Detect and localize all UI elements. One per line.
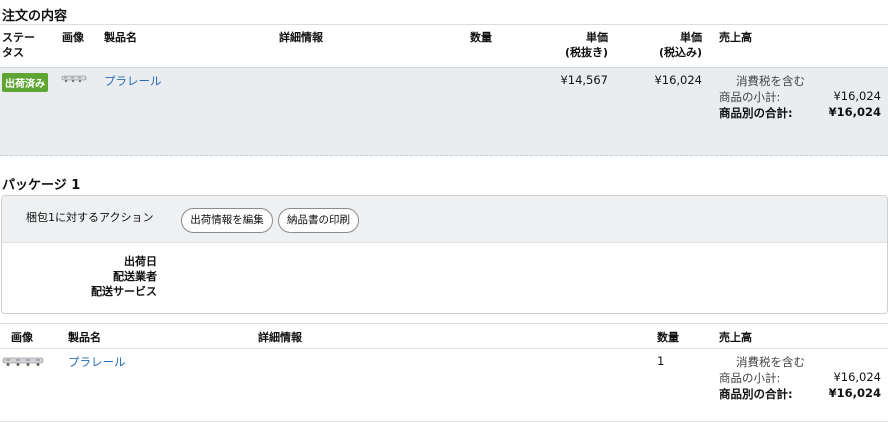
package-items-table: 画像 製品名 詳細情報 数量 売上高 プラレール 1 消費税を含む 商品の小計:… xyxy=(0,323,888,422)
header-unit-price-ex: 単価 (税抜き) xyxy=(564,31,608,59)
items-tax-note: 消費税を含む xyxy=(736,355,805,369)
header-unit-price-in: 単価 (税込み) xyxy=(658,31,702,59)
items-total-label: 商品別の合計: xyxy=(719,387,793,401)
subtotal-label: 商品の小計: xyxy=(719,90,781,104)
header-product: 製品名 xyxy=(104,31,137,44)
items-header-details: 詳細情報 xyxy=(258,331,302,344)
ship-date-label: 出荷日 xyxy=(124,255,157,268)
items-total-value: ¥16,024 xyxy=(828,386,881,400)
header-sales: 売上高 xyxy=(719,31,752,44)
package-action-label: 梱包1に対するアクション xyxy=(26,211,154,224)
header-details: 詳細情報 xyxy=(279,31,323,44)
items-table-header: 画像 製品名 詳細情報 数量 売上高 xyxy=(0,324,888,349)
train-toy-image[interactable] xyxy=(61,73,87,83)
edit-shipping-button[interactable]: 出荷情報を編集 xyxy=(181,208,273,233)
order-section-title: 注文の内容 xyxy=(2,9,68,24)
order-row: 出荷済み プラレール ¥14,567 ¥16,024 消費税を含む 商品の小計:… xyxy=(0,67,888,156)
package-title: パッケージ 1 xyxy=(2,178,81,193)
tax-note: 消費税を含む xyxy=(736,74,805,88)
items-subtotal-value: ¥16,024 xyxy=(833,370,881,384)
total-value: ¥16,024 xyxy=(828,105,881,119)
unit-price-ex: ¥14,567 xyxy=(560,73,608,87)
items-quantity: 1 xyxy=(657,354,665,368)
subtotal-value: ¥16,024 xyxy=(833,89,881,103)
status-badge: 出荷済み xyxy=(2,73,48,92)
items-subtotal-label: 商品の小計: xyxy=(719,371,781,385)
package-actions-bar: 梱包1に対するアクション 出荷情報を編集 納品書の印刷 xyxy=(2,196,887,243)
order-table-header: ステー タス 画像 製品名 詳細情報 数量 単価 (税抜き) 単価 (税込み) … xyxy=(0,25,888,67)
unit-price-in: ¥16,024 xyxy=(654,73,702,87)
train-toy-image[interactable] xyxy=(2,355,44,367)
header-status: ステー タス xyxy=(2,31,35,59)
header-image: 画像 xyxy=(62,31,84,44)
carrier-label: 配送業者 xyxy=(113,270,157,283)
items-header-quantity: 数量 xyxy=(657,331,679,344)
print-invoice-button[interactable]: 納品書の印刷 xyxy=(278,208,359,233)
items-header-sales: 売上高 xyxy=(719,331,752,344)
items-product-link[interactable]: プラレール xyxy=(68,354,126,370)
product-link[interactable]: プラレール xyxy=(104,73,162,89)
total-label: 商品別の合計: xyxy=(719,106,793,120)
items-header-image: 画像 xyxy=(11,331,33,344)
header-quantity: 数量 xyxy=(470,31,492,44)
items-header-product: 製品名 xyxy=(68,331,101,344)
shipping-service-label: 配送サービス xyxy=(91,285,157,298)
package-panel: 梱包1に対するアクション 出荷情報を編集 納品書の印刷 出荷日 配送業者 配送サ… xyxy=(1,195,888,314)
order-table: ステー タス 画像 製品名 詳細情報 数量 単価 (税抜き) 単価 (税込み) … xyxy=(0,24,888,156)
